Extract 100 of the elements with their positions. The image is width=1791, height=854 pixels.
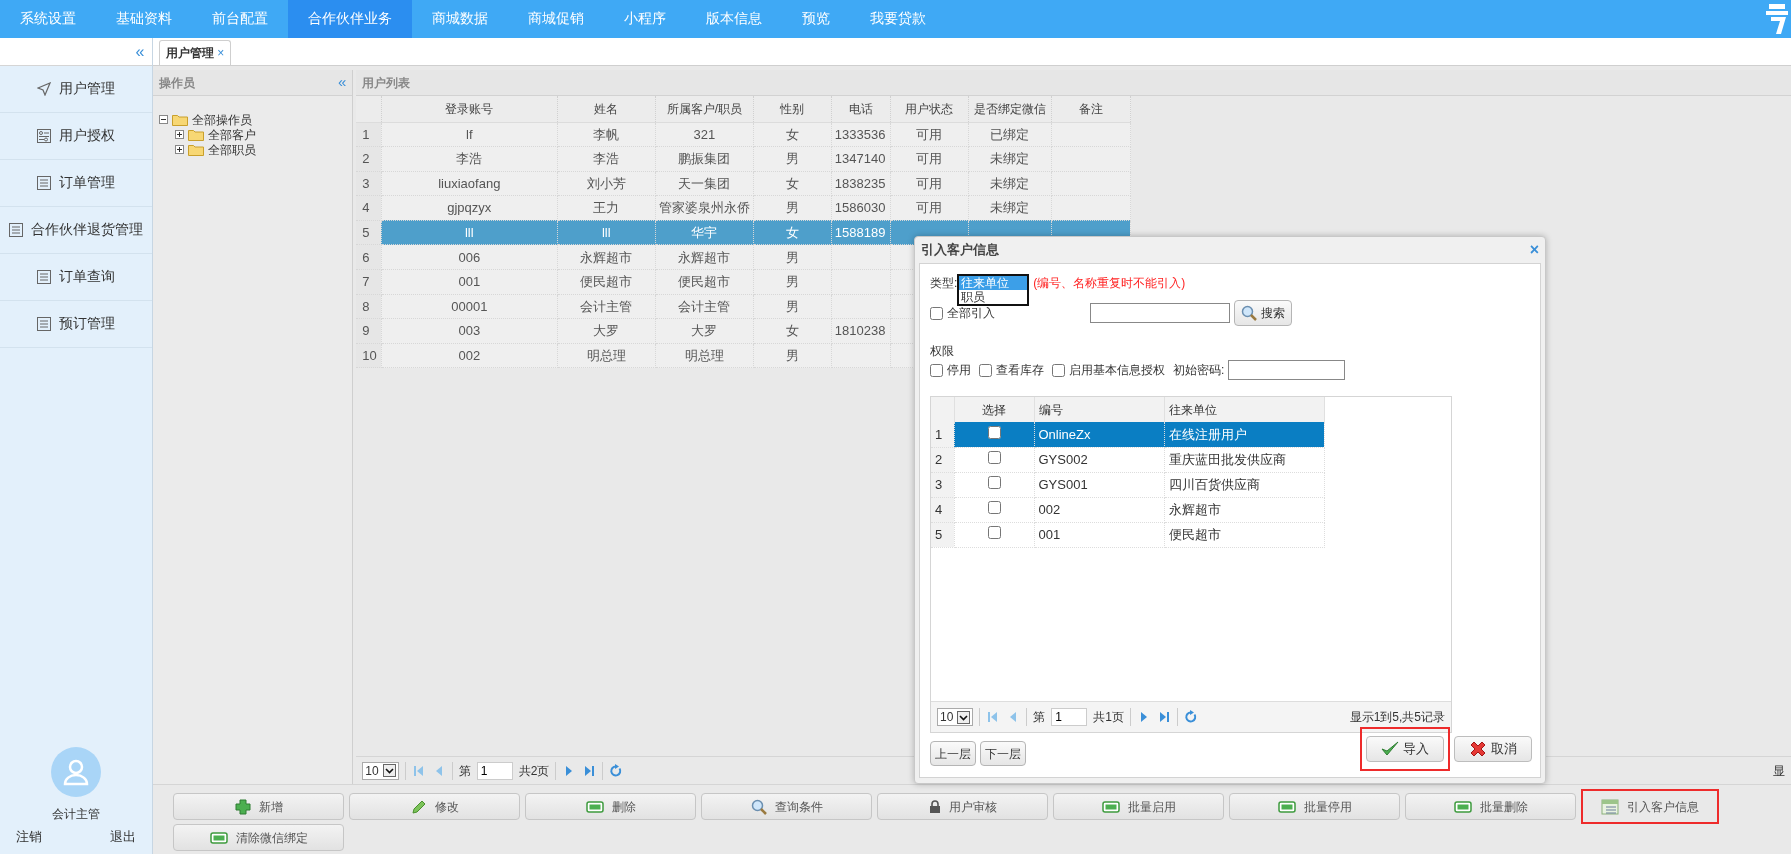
- toolbar-button[interactable]: 批量删除: [1405, 793, 1577, 820]
- table-cell: 男: [753, 269, 832, 295]
- table-cell: 大罗: [557, 318, 656, 344]
- table-cell: 002: [1034, 497, 1164, 522]
- folder-icon: [172, 113, 189, 126]
- toolbar-button[interactable]: 新增: [173, 793, 345, 820]
- table-cell: 女: [753, 122, 832, 147]
- table-cell: liuxiaofang: [381, 171, 558, 196]
- table-cell: 女: [753, 171, 832, 196]
- row-number: 2: [931, 447, 954, 472]
- table-cell: 1588189: [831, 220, 891, 245]
- table-cell: 001: [381, 269, 558, 295]
- checkbox-label: 全部引入: [947, 305, 995, 322]
- expand-icon[interactable]: [175, 145, 185, 154]
- close-button[interactable]: ×: [217, 46, 225, 60]
- refresh-icon[interactable]: [1184, 710, 1199, 724]
- column-header: 登录账号: [381, 96, 558, 122]
- table-cell: 可用: [890, 171, 969, 196]
- table-cell: 可用: [890, 146, 969, 172]
- nav-button[interactable]: 上一层: [930, 741, 976, 766]
- row-number: 6: [356, 244, 382, 270]
- checkbox[interactable]: [987, 500, 1001, 514]
- column-header: 是否绑定微信: [968, 96, 1052, 122]
- table-cell: 大罗: [655, 318, 754, 344]
- column-header: 电话: [831, 96, 891, 122]
- last-page-icon[interactable]: [582, 763, 597, 778]
- column-header: 所属客户/职员: [655, 96, 754, 122]
- last-page-icon[interactable]: [1157, 710, 1172, 724]
- toolbar-button[interactable]: 查询条件: [701, 793, 873, 820]
- bar-icon: [1453, 800, 1472, 813]
- menu-item[interactable]: 订单管理: [0, 160, 153, 207]
- table-cell: 未绑定: [968, 171, 1052, 196]
- tab[interactable]: 用户管理 ×: [159, 40, 232, 65]
- table-cell: 可用: [890, 122, 969, 147]
- password-field[interactable]: [1228, 360, 1346, 380]
- menu-item[interactable]: 订单查询: [0, 254, 153, 301]
- list-option[interactable]: 职员: [959, 290, 1028, 304]
- search-button[interactable]: 搜索: [1234, 300, 1292, 326]
- record-summary: 显示1到5,共5记录: [1349, 709, 1445, 726]
- search-field[interactable]: [1090, 303, 1230, 323]
- toolbar-button[interactable]: 清除微信绑定: [173, 824, 345, 851]
- user-link[interactable]: 注销: [16, 826, 42, 846]
- menu-item[interactable]: 预订管理: [0, 301, 153, 348]
- menu-item[interactable]: 合作伙伴退货管理: [0, 207, 153, 254]
- menu-item[interactable]: 用户管理: [0, 66, 153, 113]
- nav-button[interactable]: 下一层: [980, 741, 1026, 766]
- table-cell: 003: [381, 318, 558, 344]
- table-cell: 男: [753, 244, 832, 270]
- toolbar-button[interactable]: 删除: [525, 793, 697, 820]
- row-number: 4: [356, 195, 382, 221]
- table-row[interactable]: 3 GYS001 四川百货供应商: [931, 472, 1324, 497]
- table-row[interactable]: 4 002 永辉超市: [931, 497, 1324, 522]
- column-header: 用户状态: [890, 96, 969, 122]
- checkbox[interactable]: [987, 450, 1001, 464]
- table-row[interactable]: 5 001 便民超市: [931, 522, 1324, 547]
- page-total: 共2页: [518, 762, 550, 780]
- table-row[interactable]: 1 OnlineZx 在线注册用户: [931, 422, 1324, 447]
- toolbar-button[interactable]: 引入客户信息: [1585, 793, 1716, 820]
- column-header: 编号: [1034, 397, 1164, 422]
- table-row[interactable]: 2 李浩 李浩 鹏振集团 男 1347140 可用 未绑定: [356, 146, 1131, 172]
- checkbox[interactable]: [930, 363, 943, 377]
- action-button[interactable]: 取消: [1454, 736, 1532, 762]
- page-field[interactable]: 1: [476, 761, 513, 780]
- type-listbox[interactable]: 往来单位 职员: [957, 274, 1030, 306]
- table-cell: 天一集团: [655, 171, 754, 196]
- user-link[interactable]: 退出: [110, 826, 137, 846]
- table-cell: 006: [381, 244, 558, 270]
- page-size-select[interactable]: 10: [362, 761, 399, 780]
- table-row[interactable]: 3 liuxiaofang 刘小芳 天一集团 女 1838235 可用 未绑定: [356, 171, 1131, 196]
- toolbar-button[interactable]: 批量停用: [1229, 793, 1401, 820]
- page-field[interactable]: 1: [1051, 708, 1088, 726]
- action-button[interactable]: 导入: [1366, 736, 1444, 762]
- menu-item[interactable]: 用户授权: [0, 113, 153, 160]
- table-cell: 鹏振集团: [655, 146, 754, 172]
- refresh-icon[interactable]: [609, 763, 624, 778]
- table-cell: 便民超市: [1164, 522, 1324, 547]
- checkbox[interactable]: [979, 363, 992, 377]
- checkbox[interactable]: [930, 306, 943, 320]
- toolbar-button[interactable]: 批量启用: [1053, 793, 1225, 820]
- table-cell: 刘小芳: [557, 171, 656, 196]
- checkbox[interactable]: [987, 425, 1001, 439]
- table-cell: 永辉超市: [655, 244, 754, 270]
- checkbox[interactable]: [1052, 363, 1065, 377]
- table-row[interactable]: 1 lf 李帆 321 女 1333536 可用 已绑定: [356, 122, 1131, 147]
- toolbar-button[interactable]: 修改: [349, 793, 521, 820]
- table-cell: lll: [381, 220, 558, 245]
- table-cell: 1333536: [831, 122, 891, 147]
- document-icon: [37, 317, 52, 331]
- table-cell: 女: [753, 220, 832, 245]
- toolbar-button[interactable]: 用户审核: [877, 793, 1049, 820]
- collapse-button[interactable]: «: [135, 39, 145, 64]
- expand-icon[interactable]: [175, 130, 185, 139]
- collapse-icon[interactable]: [159, 115, 169, 124]
- page-size-select[interactable]: 10: [937, 708, 974, 726]
- row-number: 3: [356, 171, 382, 196]
- table-cell: 男: [753, 146, 832, 172]
- row-number: 1: [931, 422, 954, 447]
- checkbox[interactable]: [987, 525, 1001, 539]
- table-row[interactable]: 2 GYS002 重庆蓝田批发供应商: [931, 447, 1324, 472]
- checkbox[interactable]: [987, 475, 1001, 489]
